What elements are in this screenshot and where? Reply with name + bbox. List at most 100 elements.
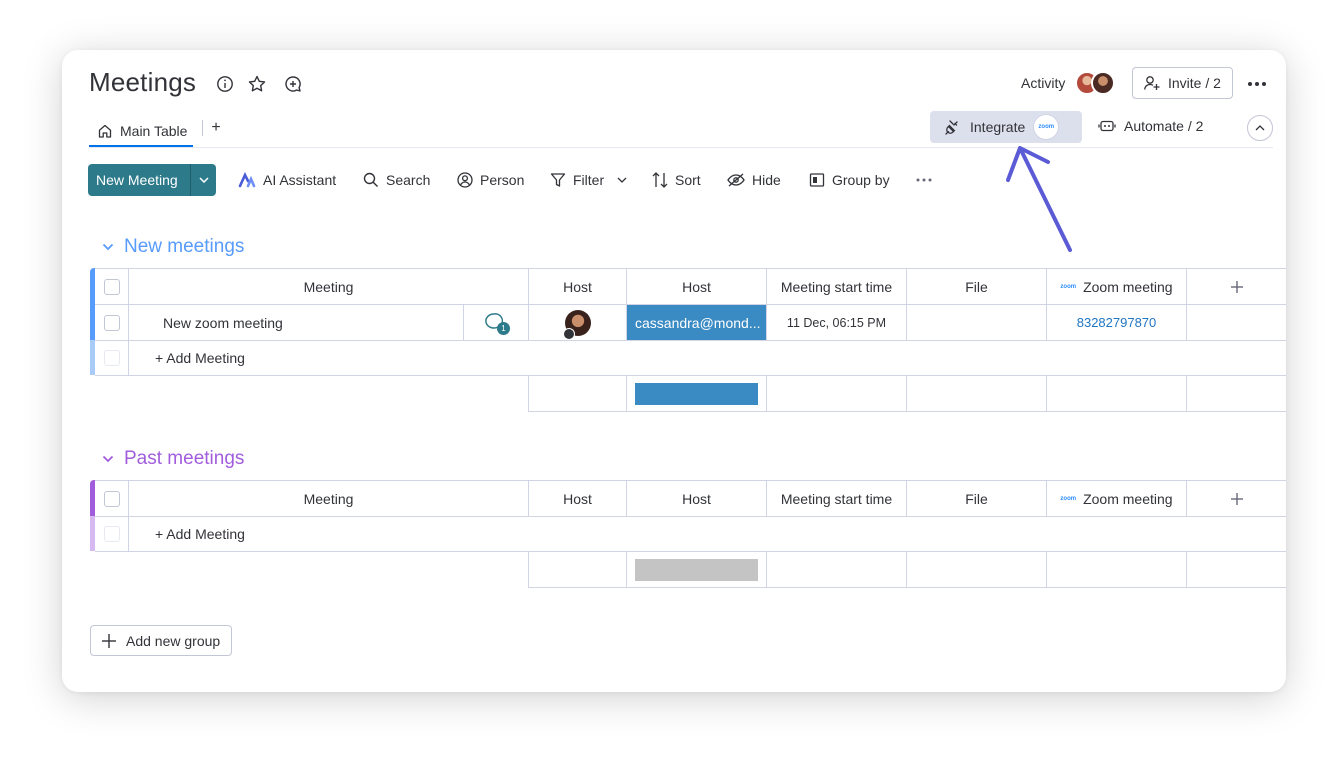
automate-label: Automate / 2 bbox=[1124, 118, 1204, 134]
new-item-split-button: New Meeting bbox=[88, 164, 216, 196]
group-title[interactable]: New meetings bbox=[124, 236, 244, 258]
chat-icon[interactable] bbox=[281, 72, 305, 96]
group-title[interactable]: Past meetings bbox=[124, 448, 244, 470]
row-select-cell bbox=[95, 305, 129, 340]
filter-icon bbox=[550, 172, 566, 188]
filter-button[interactable]: Filter bbox=[550, 164, 627, 196]
activity-link[interactable]: Activity bbox=[1021, 75, 1065, 91]
host-email-cell[interactable]: cassandra@mond... bbox=[627, 305, 767, 340]
column-header-file[interactable]: File bbox=[907, 269, 1047, 304]
plus-icon bbox=[1231, 280, 1243, 293]
zoom-logo: zoom bbox=[1033, 114, 1060, 140]
tab-main-table[interactable]: Main Table bbox=[89, 116, 194, 147]
row-checkbox[interactable] bbox=[103, 314, 120, 331]
new-item-dropdown[interactable] bbox=[190, 164, 216, 196]
summary-cell bbox=[1047, 376, 1187, 411]
add-item-button[interactable]: + Add Meeting bbox=[155, 350, 245, 366]
updates-bubble-icon: 1 bbox=[484, 312, 510, 335]
add-row-select-cell bbox=[95, 517, 129, 551]
item-updates-cell[interactable]: 1 bbox=[464, 305, 529, 340]
add-row-checkbox bbox=[103, 526, 120, 542]
select-all-checkbox[interactable] bbox=[103, 278, 120, 295]
column-header-host-email[interactable]: Host bbox=[627, 481, 767, 516]
group-header-past-meetings[interactable]: Past meetings bbox=[102, 448, 244, 470]
summary-status-cell bbox=[627, 376, 767, 411]
column-header-host-email[interactable]: Host bbox=[627, 269, 767, 304]
group-by-button[interactable]: Group by bbox=[809, 164, 890, 196]
summary-cell bbox=[767, 552, 907, 587]
column-header-start-time[interactable]: Meeting start time bbox=[767, 269, 907, 304]
summary-cell bbox=[528, 376, 627, 411]
chevron-down-icon[interactable] bbox=[102, 243, 114, 251]
automate-button[interactable]: Automate / 2 bbox=[1098, 118, 1203, 134]
column-header-meeting[interactable]: Meeting bbox=[129, 481, 529, 516]
ai-assistant-button[interactable]: AI Assistant bbox=[238, 164, 336, 196]
column-header-zoom-label: Zoom meeting bbox=[1083, 278, 1173, 295]
add-new-group-button[interactable]: Add new group bbox=[90, 625, 232, 656]
board-card: Meetings Activity Invite / 2 Main Table … bbox=[62, 50, 1286, 692]
column-header-start-time[interactable]: Meeting start time bbox=[767, 481, 907, 516]
group-by-label: Group by bbox=[832, 172, 890, 188]
board-title[interactable]: Meetings bbox=[89, 67, 196, 98]
add-person-icon bbox=[1143, 74, 1161, 92]
plus-icon bbox=[102, 633, 116, 648]
integrate-button[interactable]: Integrate zoom bbox=[930, 111, 1082, 143]
chevron-down-icon[interactable] bbox=[617, 177, 627, 183]
group-header-new-meetings[interactable]: New meetings bbox=[102, 236, 244, 258]
toolbar-more-icon[interactable] bbox=[914, 172, 934, 188]
summary-cell bbox=[907, 552, 1047, 587]
start-time-cell[interactable]: 11 Dec, 06:15 PM bbox=[767, 305, 907, 340]
sort-label: Sort bbox=[675, 172, 701, 188]
select-all-checkbox[interactable] bbox=[103, 490, 120, 507]
column-header-file[interactable]: File bbox=[907, 481, 1047, 516]
sort-button[interactable]: Sort bbox=[652, 164, 701, 196]
info-icon[interactable] bbox=[213, 72, 237, 96]
robot-icon bbox=[1098, 118, 1116, 134]
empty-cell bbox=[1187, 305, 1286, 340]
add-row-select-cell bbox=[95, 341, 129, 375]
column-header-host[interactable]: Host bbox=[529, 481, 627, 516]
item-name-cell[interactable]: New zoom meeting bbox=[129, 305, 464, 340]
person-filter-button[interactable]: Person bbox=[457, 164, 524, 196]
home-icon bbox=[97, 123, 113, 139]
host-person-cell[interactable] bbox=[529, 305, 627, 340]
add-column-button[interactable] bbox=[1187, 269, 1286, 304]
column-header-meeting[interactable]: Meeting bbox=[129, 269, 529, 304]
invite-label: Invite / 2 bbox=[1168, 75, 1221, 91]
column-header-host[interactable]: Host bbox=[529, 269, 627, 304]
column-header-zoom[interactable]: zoom Zoom meeting bbox=[1047, 481, 1187, 516]
home-badge-icon bbox=[562, 327, 575, 340]
hide-button[interactable]: Hide bbox=[727, 164, 781, 196]
ai-sparkle-icon bbox=[238, 172, 256, 188]
star-icon[interactable] bbox=[245, 72, 269, 96]
invite-button[interactable]: Invite / 2 bbox=[1132, 67, 1233, 99]
filter-label: Filter bbox=[573, 172, 605, 188]
add-view-button[interactable]: + bbox=[209, 117, 223, 139]
column-header-zoom[interactable]: zoom Zoom meeting bbox=[1047, 269, 1187, 304]
collapse-header-button[interactable] bbox=[1247, 115, 1273, 141]
avatar[interactable] bbox=[1091, 71, 1115, 95]
arrow-annotation bbox=[1006, 146, 1072, 252]
search-icon bbox=[363, 172, 379, 188]
chevron-down-icon[interactable] bbox=[102, 455, 114, 463]
eye-hidden-icon bbox=[727, 173, 745, 187]
person-icon bbox=[457, 172, 473, 188]
sort-icon bbox=[652, 171, 668, 189]
search-button[interactable]: Search bbox=[363, 164, 430, 196]
plus-icon bbox=[1231, 492, 1243, 505]
person-label: Person bbox=[480, 172, 525, 188]
zoom-meeting-link[interactable]: 83282797870 bbox=[1047, 305, 1187, 340]
file-cell[interactable] bbox=[907, 305, 1047, 340]
tabs-divider bbox=[89, 147, 1273, 148]
hide-label: Hide bbox=[752, 172, 781, 188]
add-row-checkbox bbox=[103, 350, 120, 366]
add-column-button[interactable] bbox=[1187, 481, 1286, 516]
add-item-button[interactable]: + Add Meeting bbox=[155, 526, 245, 542]
updates-count-badge: 1 bbox=[497, 321, 510, 335]
zoom-logo: zoom bbox=[1060, 283, 1077, 290]
new-item-button[interactable]: New Meeting bbox=[88, 164, 190, 196]
summary-cell bbox=[767, 376, 907, 411]
more-options-icon[interactable] bbox=[1245, 72, 1269, 96]
tab-label: Main Table bbox=[120, 122, 188, 139]
summary-cell bbox=[1047, 552, 1187, 587]
